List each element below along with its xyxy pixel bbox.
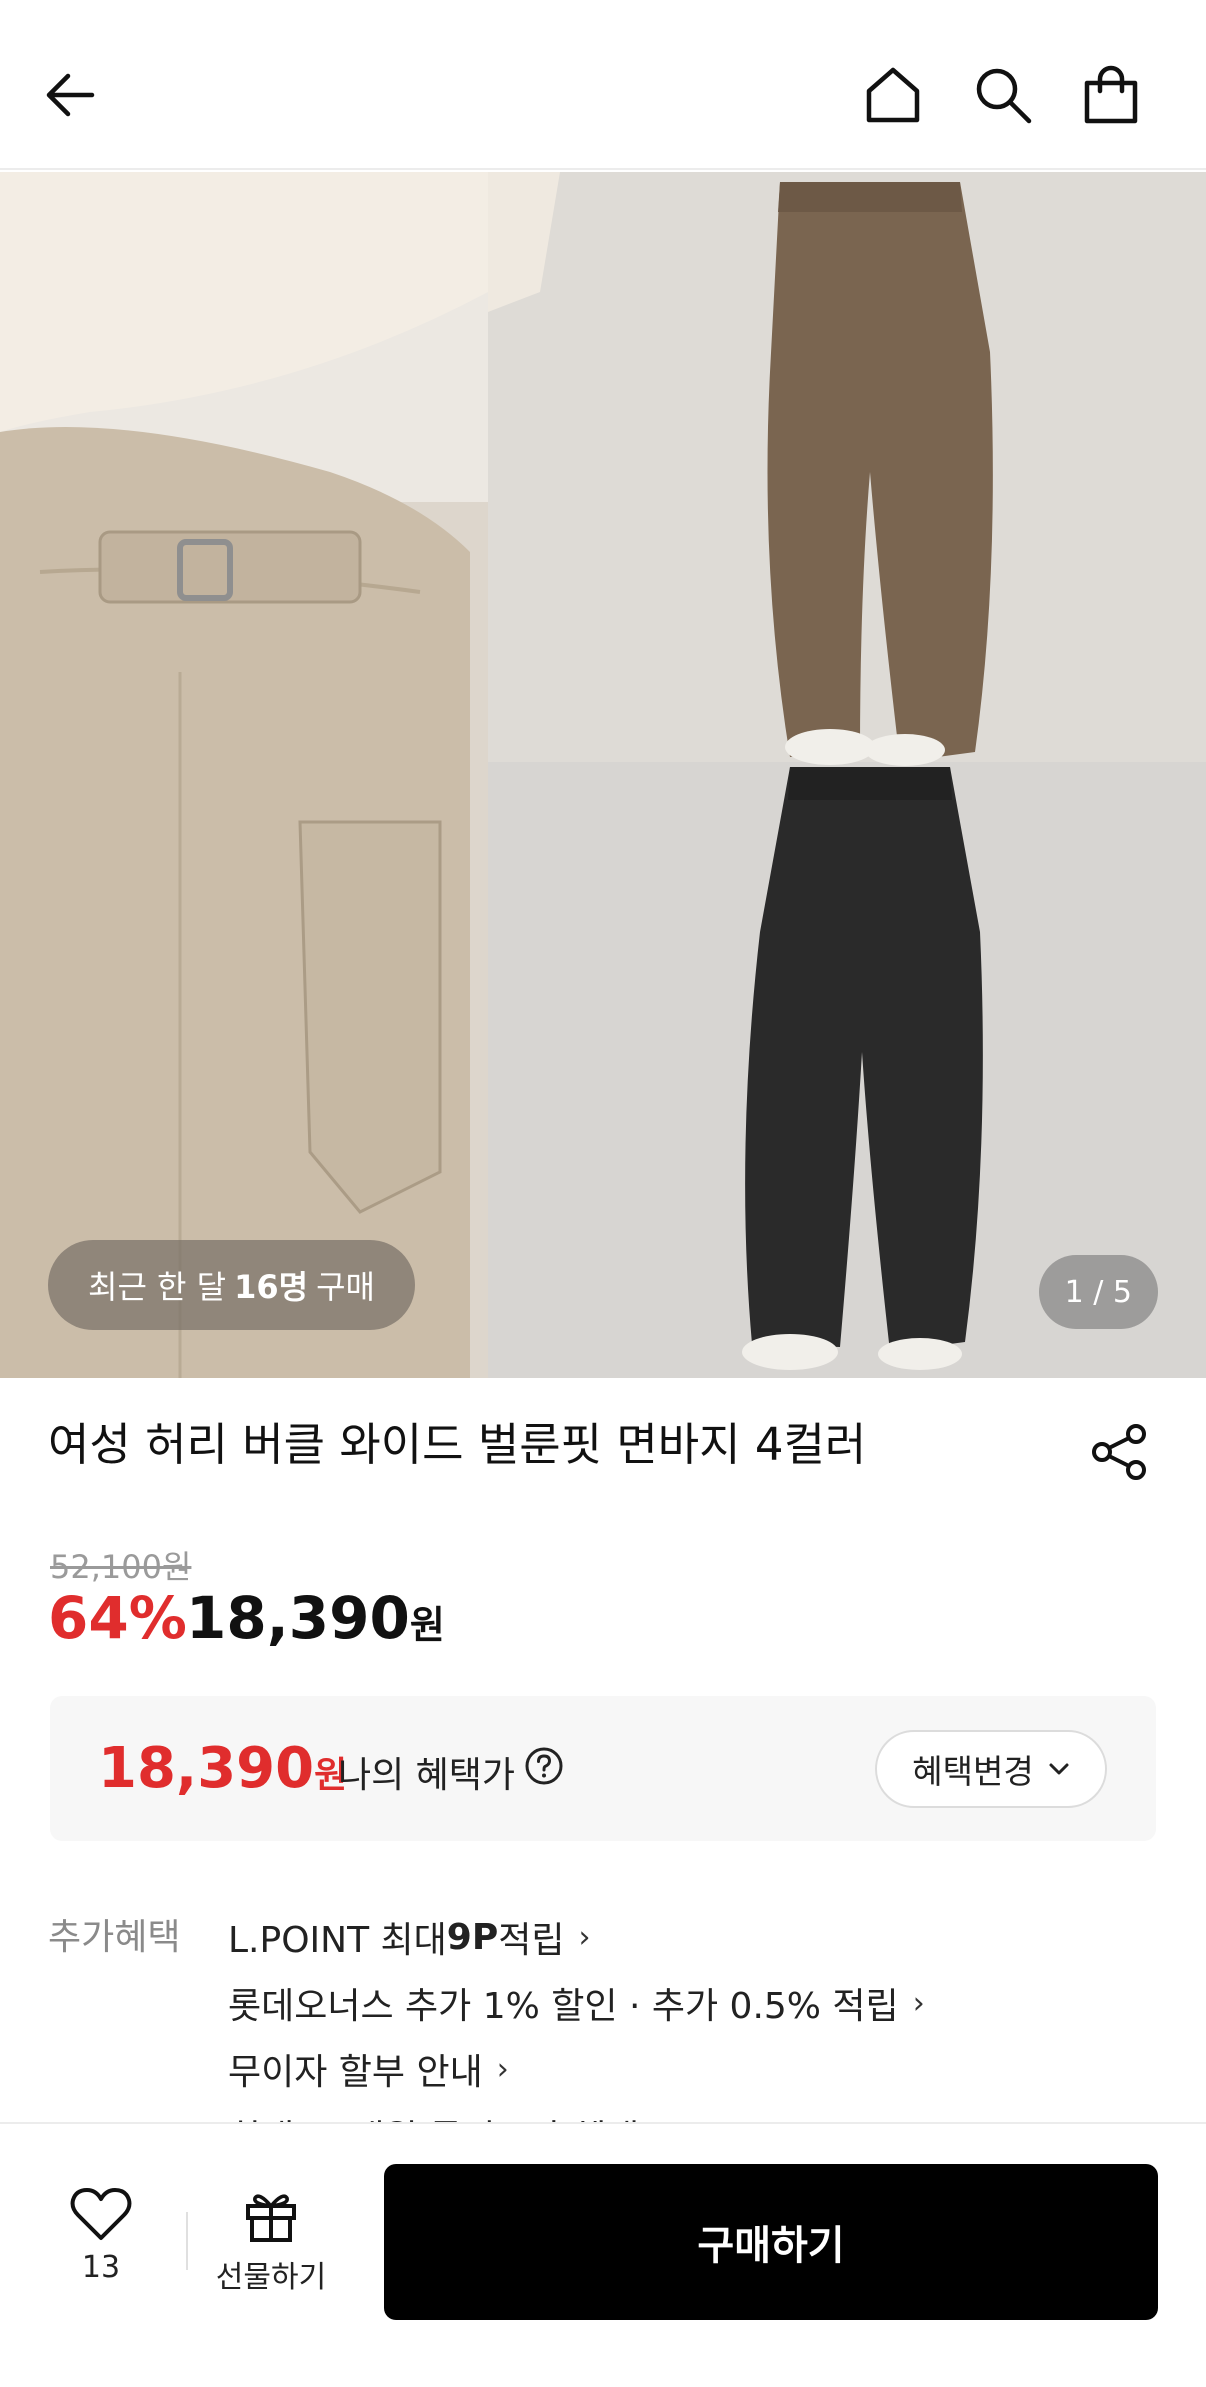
gift-button[interactable]: 선물하기 — [206, 2188, 336, 2296]
heart-icon — [70, 2188, 132, 2240]
change-benefit-label: 혜택변경 — [912, 1752, 1034, 1791]
extra-item-bold: 9P — [446, 1916, 499, 1958]
extra-item-text: 무이자 할부 안내 — [228, 2052, 483, 2093]
chevron-right-icon: › — [578, 1919, 591, 1955]
extra-benefit-installment[interactable]: 무이자 할부 안내 › — [228, 2036, 925, 2102]
image-counter: 1 / 5 — [1038, 1255, 1158, 1329]
extra-item-text-post: 적립 — [498, 1920, 565, 1961]
recent-count: 16명 — [234, 1268, 309, 1306]
arrow-left-icon — [46, 73, 95, 117]
gift-label: 선물하기 — [215, 2260, 327, 2295]
like-button[interactable]: 13 — [56, 2186, 146, 2285]
share-icon — [1092, 1424, 1146, 1480]
recent-prefix: 최근 한 달 — [88, 1268, 227, 1306]
original-price: 52,100원 — [50, 1548, 192, 1586]
extra-benefit-lpoint[interactable]: L.POINT 최대 9P 적립 › — [228, 1904, 925, 1970]
search-icon — [976, 68, 1032, 124]
back-button[interactable] — [30, 55, 110, 135]
discount-rate: 64% — [48, 1584, 187, 1652]
home-button[interactable] — [853, 55, 933, 135]
product-image-carousel[interactable]: 최근 한 달 16명 구매 1 / 5 — [0, 172, 1206, 1378]
chevron-down-icon — [1049, 1763, 1069, 1775]
question-circle-icon — [525, 1747, 563, 1785]
recent-suffix: 구매 — [316, 1268, 375, 1306]
chevron-right-icon: › — [912, 1985, 925, 2021]
buy-button[interactable]: 구매하기 — [384, 2164, 1158, 2320]
benefit-label: 나의 혜택가 — [338, 1755, 516, 1796]
benefit-price: 18,390원 — [98, 1736, 347, 1801]
product-photo — [0, 172, 1206, 1378]
like-count: 13 — [81, 2250, 121, 2285]
gift-icon — [246, 2194, 296, 2242]
divider — [186, 2212, 188, 2270]
top-app-bar — [0, 0, 1206, 170]
my-benefit-price-box: 18,390원 나의 혜택가 혜택변경 — [50, 1696, 1156, 1841]
sale-price-unit: 원 — [409, 1603, 445, 1647]
sale-price: 18,390원 — [186, 1584, 445, 1652]
benefit-price-value: 18,390 — [98, 1736, 315, 1801]
recent-purchase-badge: 최근 한 달 16명 구매 — [48, 1240, 415, 1330]
benefit-help-button[interactable] — [524, 1746, 564, 1786]
shopping-bag-icon — [1084, 65, 1138, 124]
extra-item-text: L.POINT 최대 — [228, 1920, 447, 1961]
home-icon — [866, 67, 920, 123]
bottom-action-bar: 13 선물하기 구매하기 — [0, 2122, 1206, 2387]
extra-item-text: 롯데오너스 추가 1% 할인 · 추가 0.5% 적립 — [228, 1986, 899, 2027]
sale-price-value: 18,390 — [186, 1584, 410, 1652]
extra-benefit-lotte-owners[interactable]: 롯데오너스 추가 1% 할인 · 추가 0.5% 적립 › — [228, 1970, 925, 2036]
extra-benefits-label: 추가혜택 — [48, 1917, 181, 1958]
change-benefit-button[interactable]: 혜택변경 — [875, 1730, 1107, 1808]
chevron-right-icon: › — [496, 2051, 509, 2087]
search-button[interactable] — [963, 55, 1043, 135]
product-title: 여성 허리 버클 와이드 벌룬핏 면바지 4컬러 — [48, 1418, 867, 1471]
cart-button[interactable] — [1071, 55, 1151, 135]
share-button[interactable] — [1088, 1420, 1152, 1484]
